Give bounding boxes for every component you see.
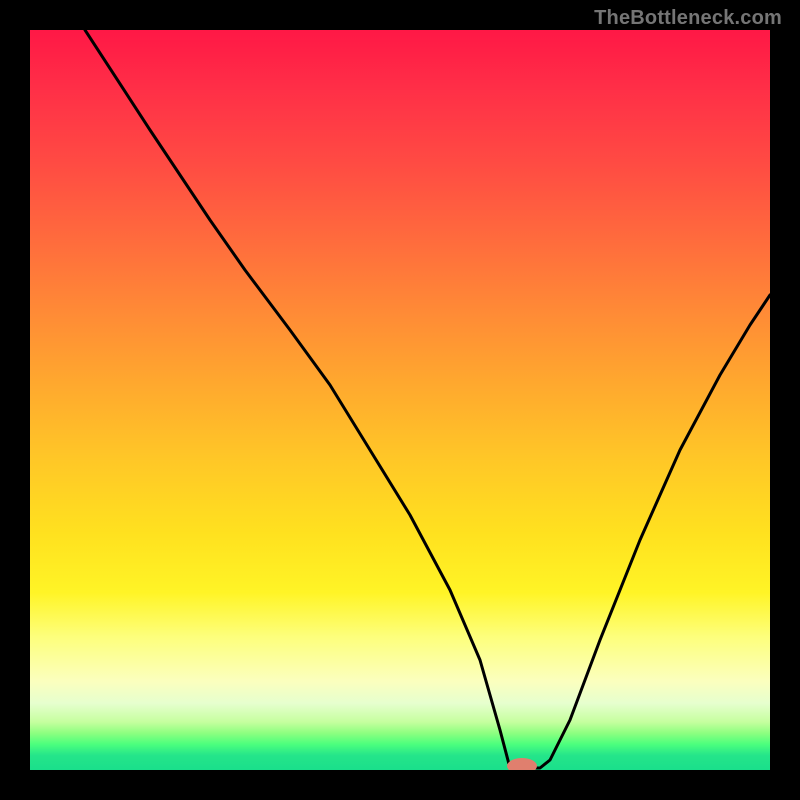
chart-frame: TheBottleneck.com xyxy=(0,0,800,800)
bottleneck-curve xyxy=(85,30,770,768)
attribution-text: TheBottleneck.com xyxy=(594,7,782,30)
chart-svg xyxy=(30,30,770,770)
optimum-marker xyxy=(507,758,537,770)
plot-area xyxy=(30,30,770,770)
